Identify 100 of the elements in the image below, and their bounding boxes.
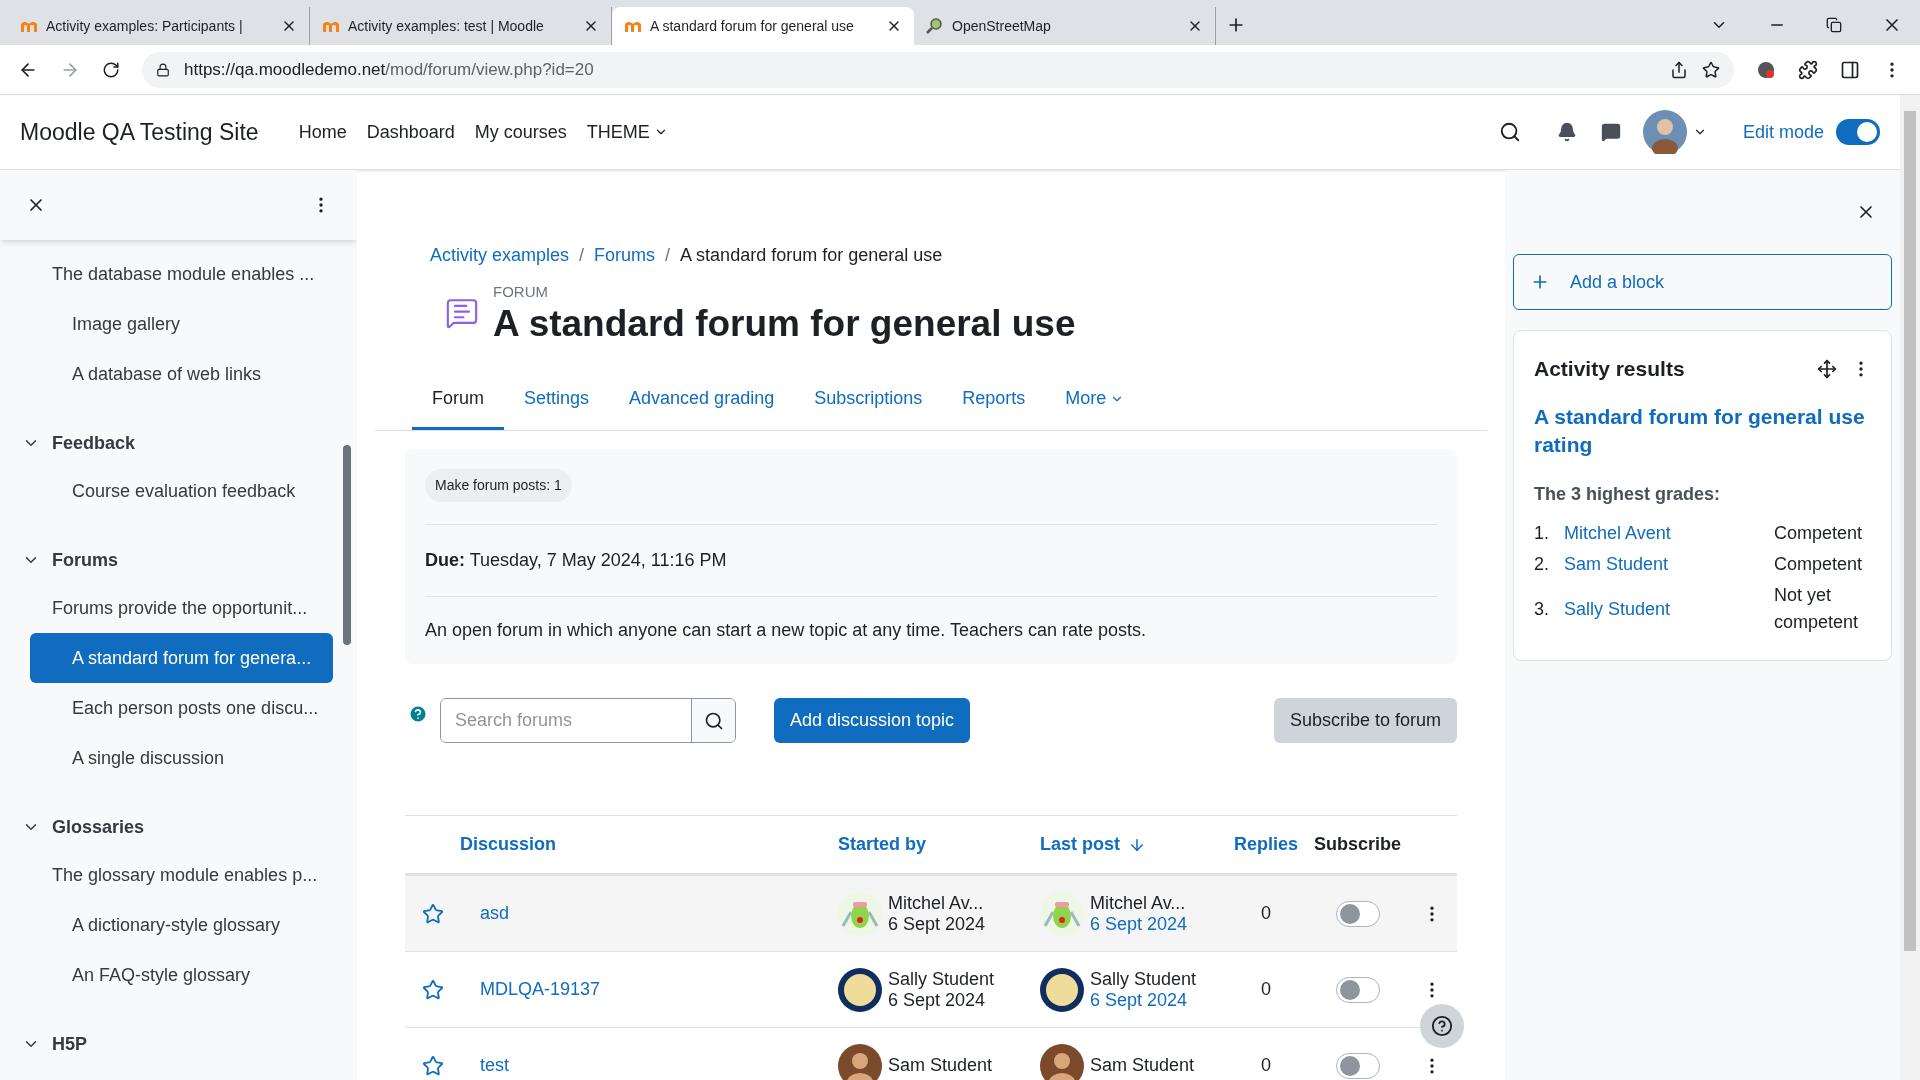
monster-avatar-icon <box>1040 891 1084 936</box>
subscribe-button[interactable]: Subscribe to forum <box>1273 698 1457 744</box>
star-icon[interactable] <box>422 1054 444 1077</box>
page-tab[interactable]: Advanced grading <box>609 370 795 431</box>
help-icon[interactable] <box>408 703 428 724</box>
restore-icon[interactable] <box>1826 17 1842 33</box>
breadcrumb-link[interactable]: Activity examples <box>430 242 570 269</box>
sidebar-item[interactable]: A dictionary-style glossary <box>30 900 333 950</box>
post-date-link[interactable]: 6 Sept 2024 <box>1090 913 1188 935</box>
scrollbar-thumb[interactable] <box>343 445 351 645</box>
column-header[interactable]: Started by <box>838 831 927 859</box>
card-title: Activity results <box>1534 356 1686 382</box>
edit-mode-toggle[interactable] <box>1836 119 1880 145</box>
discussion-link[interactable]: asd <box>480 900 510 928</box>
section-summary[interactable]: The glossary module enables p... <box>0 850 333 900</box>
search-field[interactable]: Search forums <box>440 698 736 744</box>
user-avatar-icon[interactable] <box>1642 110 1687 154</box>
column-header[interactable]: Discussion <box>460 831 557 859</box>
share-icon[interactable] <box>1670 60 1688 79</box>
add-block-button[interactable]: Add a block <box>1513 254 1892 310</box>
breadcrumb-link[interactable]: Forums <box>594 242 656 269</box>
module-label: FORUM <box>493 282 549 302</box>
rank-number: 2. <box>1534 553 1550 577</box>
notification-bell-icon[interactable] <box>1556 122 1577 142</box>
user-name: Sally Student <box>1090 969 1197 990</box>
replies-count: 0 <box>1261 1054 1271 1078</box>
section-heading[interactable]: Glossaries <box>0 804 333 850</box>
user-name: Sam Student <box>1090 1055 1195 1077</box>
move-icon[interactable] <box>1817 358 1837 379</box>
star-icon[interactable] <box>422 902 444 925</box>
bookmark-star-icon[interactable] <box>1702 60 1720 79</box>
url-text: https://qa.moodledemo.net/mod/forum/view.php?id=20 <box>184 58 594 81</box>
page-tab[interactable]: Reports <box>942 370 1046 431</box>
sidebar-item[interactable]: An FAQ-style glossary <box>30 950 333 1000</box>
monster-avatar-icon <box>838 891 882 936</box>
avatar-icon <box>1040 967 1084 1012</box>
activity-link[interactable]: A standard forum for general use rating <box>1534 402 1871 460</box>
column-header[interactable]: Replies <box>1234 831 1298 859</box>
user-name: Sam Student <box>888 1055 993 1077</box>
section-heading[interactable]: H5P <box>0 1021 333 1067</box>
sidebar-item[interactable]: Course evaluation feedback <box>30 466 333 516</box>
help-button[interactable] <box>1420 1004 1464 1048</box>
section-heading[interactable]: Feedback <box>0 420 333 466</box>
page-tab[interactable]: More <box>1045 370 1145 431</box>
breadcrumb-separator: / <box>579 244 585 267</box>
search-icon <box>703 710 724 731</box>
post-date: 6 Sept 2024 <box>888 913 986 935</box>
page-title: A standard forum for general use <box>493 303 1076 345</box>
scrollbar-thumb[interactable] <box>1904 111 1916 951</box>
replies-count: 0 <box>1261 978 1271 1002</box>
page-tab[interactable]: Subscriptions <box>794 370 943 431</box>
subscribe-toggle[interactable] <box>1335 900 1380 927</box>
sidebar-item[interactable]: Each person posts one discu... <box>30 683 333 733</box>
column-header[interactable]: Last post <box>1040 831 1146 859</box>
nav-link[interactable]: THEME <box>586 118 668 146</box>
replies-count: 0 <box>1261 902 1271 926</box>
reload-icon[interactable] <box>102 60 120 79</box>
site-name[interactable]: Moodle QA Testing Site <box>20 114 259 150</box>
section-heading[interactable]: Forums <box>0 537 333 583</box>
discussion-link[interactable]: MDLQA-19137 <box>480 976 601 1004</box>
sidebar-item[interactable]: A standard forum for genera... <box>30 633 333 683</box>
grade-text: Competent <box>1774 522 1864 546</box>
search-icon[interactable] <box>1498 121 1521 143</box>
post-date-link[interactable]: 6 Sept 2024 <box>1090 989 1197 1011</box>
subscribe-toggle[interactable] <box>1335 976 1380 1003</box>
tab-title: OpenStreetMap <box>952 16 1052 36</box>
address-bar[interactable]: https://qa.moodledemo.net/mod/forum/view.php?id=20 <box>142 51 1734 88</box>
star-icon[interactable] <box>422 978 444 1001</box>
extensions-icon[interactable] <box>1798 59 1818 80</box>
sidebar-item[interactable]: A single discussion <box>30 733 333 783</box>
grades-heading: The 3 highest grades: <box>1534 483 1722 507</box>
extension-globe-icon[interactable] <box>1756 59 1776 80</box>
section-summary[interactable]: The database module enables ... <box>0 249 333 299</box>
post-date: 6 Sept 2024 <box>888 989 987 1011</box>
browser-tab[interactable]: OpenStreetMap <box>914 7 1216 45</box>
browser-tab[interactable]: A standard forum for general use <box>612 7 914 45</box>
grade-text: Not yet competent <box>1774 584 1860 635</box>
nav-link[interactable]: Home <box>298 118 347 146</box>
page-tab[interactable]: Forum <box>412 370 504 431</box>
subscribe-toggle[interactable] <box>1335 1052 1380 1079</box>
search-button[interactable] <box>691 699 735 743</box>
section-summary[interactable]: Forums provide the opportunit... <box>0 583 333 633</box>
nav-link[interactable]: My courses <box>474 118 567 146</box>
messages-icon[interactable] <box>1600 122 1621 142</box>
person-silhouette-icon <box>838 1043 882 1080</box>
sidebar-item[interactable]: Image gallery <box>30 299 333 349</box>
discussion-link[interactable]: test <box>480 1052 509 1080</box>
lock-icon <box>156 62 170 77</box>
page-tab[interactable]: Settings <box>504 370 610 431</box>
student-link[interactable]: Mitchel Avent <box>1564 520 1774 548</box>
user-name: Sally Student <box>888 969 995 990</box>
nav-link[interactable]: Dashboard <box>366 118 455 146</box>
add-discussion-button[interactable]: Add discussion topic <box>774 698 971 744</box>
rank-number: 1. <box>1534 522 1550 546</box>
sidebar-item[interactable]: A database of web links <box>30 349 333 399</box>
side-panel-icon[interactable] <box>1840 59 1860 80</box>
student-link[interactable]: Sally Student <box>1564 595 1774 623</box>
edit-mode-label: Edit mode <box>1742 120 1824 144</box>
browser-tab[interactable]: Activity examples: Participants | <box>8 7 310 45</box>
student-link[interactable]: Sam Student <box>1564 551 1774 579</box>
